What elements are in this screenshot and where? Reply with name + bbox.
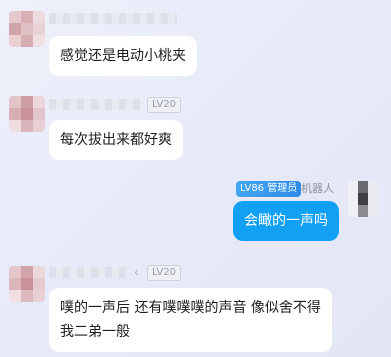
message-bubble[interactable]: 感觉还是电动小桃夹 <box>49 36 197 76</box>
avatar-pixel <box>9 23 21 35</box>
avatar-pixel <box>9 108 21 120</box>
avatar-pixel <box>9 120 21 132</box>
avatar-pixel <box>21 23 33 35</box>
avatar-pixel <box>21 96 33 108</box>
username-blurred[interactable] <box>49 13 177 24</box>
avatar-pixel <box>9 278 21 290</box>
avatar-pixel <box>33 290 45 302</box>
avatar-pixel <box>21 35 33 47</box>
avatar-pixel <box>358 193 368 205</box>
avatar[interactable] <box>9 96 45 132</box>
avatar-pixel <box>368 181 378 193</box>
avatar-pixel <box>33 35 45 47</box>
avatar-pixel <box>33 96 45 108</box>
message-bubble[interactable]: 每次拔出来都好爽 <box>49 120 183 160</box>
avatar-pixel <box>33 23 45 35</box>
avatar[interactable] <box>348 181 378 217</box>
message-text: 每次拔出来都好爽 <box>60 132 172 148</box>
avatar-pixel <box>21 290 33 302</box>
username-blurred[interactable] <box>49 267 129 278</box>
avatar-pixel <box>9 96 21 108</box>
avatar-pixel <box>21 278 33 290</box>
avatar-pixel <box>9 11 21 23</box>
avatar-pixel <box>368 193 378 205</box>
avatar-pixel <box>21 108 33 120</box>
avatar-pixel <box>9 290 21 302</box>
avatar-pixel <box>348 193 358 205</box>
message-text-line: 我二弟一般 <box>60 324 130 340</box>
avatar-pixel <box>358 181 368 193</box>
avatar-pixel <box>9 266 21 278</box>
admin-level-badge: LV86 管理员 <box>236 181 302 197</box>
chevron-left-icon[interactable]: ‹ <box>134 265 139 279</box>
role-label: 机器人 <box>301 182 334 195</box>
avatar-pixel <box>21 11 33 23</box>
message-text: 会瞰的一声吗 <box>244 213 328 229</box>
message-text: 感觉还是电动小桃夹 <box>60 48 186 64</box>
avatar-pixel <box>358 205 368 217</box>
avatar-pixel <box>368 205 378 217</box>
avatar-pixel <box>348 181 358 193</box>
avatar-pixel <box>33 108 45 120</box>
username-blurred[interactable] <box>49 99 141 110</box>
message-bubble[interactable]: 会瞰的一声吗 <box>233 201 339 241</box>
level-badge: LV20 <box>147 97 182 113</box>
avatar[interactable] <box>9 11 45 47</box>
level-badge: LV20 <box>147 265 182 281</box>
avatar-pixel <box>33 120 45 132</box>
avatar-pixel <box>33 266 45 278</box>
message-bubble[interactable]: 噗的一声后 还有噗噗噗的声音 像似舍不得 我二弟一般 <box>49 288 332 352</box>
message-text-line: 噗的一声后 还有噗噗噗的声音 像似舍不得 <box>60 300 321 316</box>
avatar-pixel <box>9 35 21 47</box>
avatar-pixel <box>33 11 45 23</box>
avatar-pixel <box>21 266 33 278</box>
avatar-pixel <box>348 205 358 217</box>
avatar-pixel <box>33 278 45 290</box>
avatar[interactable] <box>9 266 45 302</box>
avatar-pixel <box>21 120 33 132</box>
